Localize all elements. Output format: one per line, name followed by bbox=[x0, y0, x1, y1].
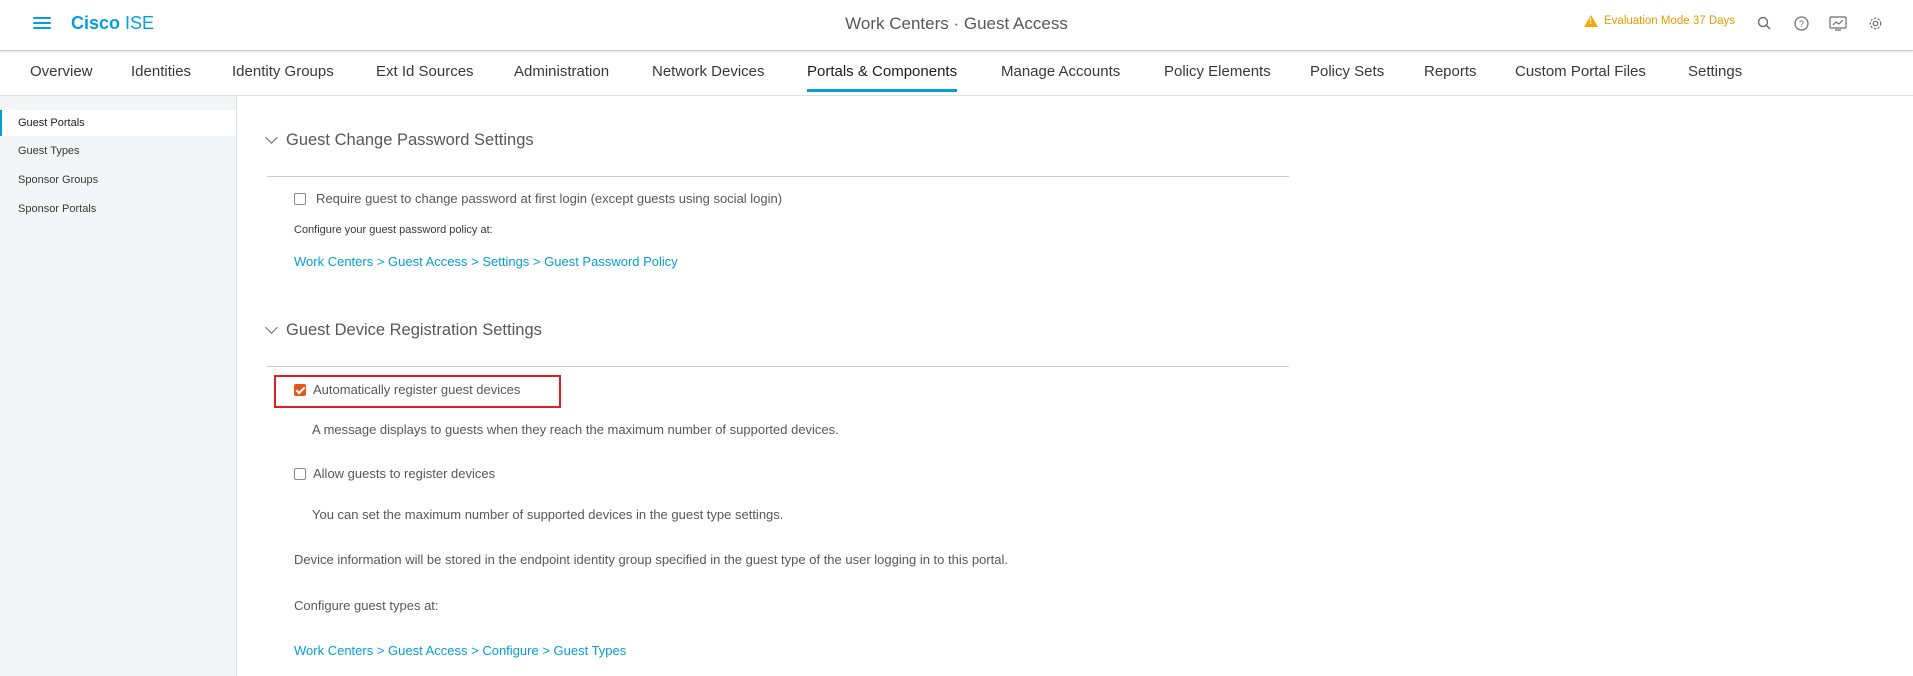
tab-portals-components[interactable]: Portals & Components bbox=[807, 63, 958, 92]
allow-register-checkbox[interactable] bbox=[294, 467, 306, 480]
device-section-header[interactable]: Guest Device Registration Settings bbox=[265, 321, 542, 340]
tab-overview[interactable]: Overview bbox=[30, 63, 93, 89]
chevron-down-icon bbox=[265, 321, 278, 334]
top-header: Cisco ISE Work Centers · Guest Access Ev… bbox=[0, 0, 1913, 51]
guest-types-link[interactable]: Work Centers > Guest Access > Configure … bbox=[294, 643, 626, 658]
sidebar-item-sponsor-groups[interactable]: Sponsor Groups bbox=[0, 167, 236, 193]
evaluation-badge[interactable]: Evaluation Mode 37 Days bbox=[1584, 15, 1735, 27]
tab-settings[interactable]: Settings bbox=[1688, 63, 1742, 89]
device-section-title: Guest Device Registration Settings bbox=[286, 321, 542, 339]
require-password-change-label: Require guest to change password at firs… bbox=[316, 191, 783, 206]
chevron-down-icon bbox=[265, 131, 278, 144]
tab-policy-sets[interactable]: Policy Sets bbox=[1310, 63, 1384, 89]
auto-register-checkbox[interactable] bbox=[294, 383, 306, 396]
warning-icon bbox=[1584, 15, 1598, 27]
tab-identities[interactable]: Identities bbox=[131, 63, 191, 89]
sidebar-item-guest-types[interactable]: Guest Types bbox=[0, 138, 236, 164]
main-tabs: Overview Identities Identity Groups Ext … bbox=[0, 52, 1913, 96]
auto-register-label: Automatically register guest devices bbox=[313, 382, 521, 397]
allow-register-label: Allow guests to register devices bbox=[313, 466, 496, 481]
auto-register-note: A message displays to guests when they r… bbox=[312, 422, 839, 437]
sidebar-item-sponsor-portals[interactable]: Sponsor Portals bbox=[0, 196, 236, 222]
storage-note: Device information will be stored in the… bbox=[294, 552, 1008, 567]
tab-network-devices[interactable]: Network Devices bbox=[652, 63, 765, 89]
hamburger-menu-icon[interactable] bbox=[33, 17, 51, 31]
tab-identity-groups[interactable]: Identity Groups bbox=[232, 63, 334, 89]
allow-register-note: You can set the maximum number of suppor… bbox=[312, 507, 784, 522]
tab-policy-elements[interactable]: Policy Elements bbox=[1164, 63, 1271, 89]
tab-manage-accounts[interactable]: Manage Accounts bbox=[1001, 63, 1120, 89]
search-icon[interactable] bbox=[1755, 14, 1773, 32]
password-policy-hint: Configure your guest password policy at: bbox=[294, 224, 493, 236]
guest-types-hint: Configure guest types at: bbox=[294, 598, 439, 613]
tab-reports[interactable]: Reports bbox=[1424, 63, 1477, 89]
divider bbox=[267, 176, 1289, 177]
evaluation-label: Evaluation Mode 37 Days bbox=[1604, 15, 1736, 27]
tab-ext-id-sources[interactable]: Ext Id Sources bbox=[376, 63, 474, 89]
guest-password-policy-link[interactable]: Work Centers > Guest Access > Settings >… bbox=[294, 254, 678, 269]
divider bbox=[267, 366, 1289, 367]
dashboard-icon[interactable] bbox=[1829, 14, 1847, 32]
help-icon[interactable]: ? bbox=[1792, 14, 1810, 32]
require-password-change-row: Require guest to change password at firs… bbox=[294, 191, 782, 206]
logo-brand: Cisco bbox=[71, 13, 121, 33]
password-section-title: Guest Change Password Settings bbox=[286, 131, 534, 149]
allow-register-row: Allow guests to register devices bbox=[294, 466, 495, 481]
logo[interactable]: Cisco ISE bbox=[71, 13, 154, 34]
sidebar-item-guest-portals[interactable]: Guest Portals bbox=[0, 110, 236, 136]
svg-text:?: ? bbox=[1798, 19, 1803, 29]
logo-product: ISE bbox=[125, 13, 155, 33]
tab-administration[interactable]: Administration bbox=[514, 63, 609, 89]
password-section-header[interactable]: Guest Change Password Settings bbox=[265, 131, 534, 150]
require-password-change-checkbox[interactable] bbox=[294, 192, 306, 205]
page-title: Work Centers · Guest Access bbox=[845, 14, 1068, 33]
auto-register-row: Automatically register guest devices bbox=[294, 382, 520, 397]
tab-custom-portal-files[interactable]: Custom Portal Files bbox=[1515, 63, 1646, 89]
gear-icon[interactable] bbox=[1866, 14, 1884, 32]
sidebar: Guest Portals Guest Types Sponsor Groups… bbox=[0, 96, 237, 676]
